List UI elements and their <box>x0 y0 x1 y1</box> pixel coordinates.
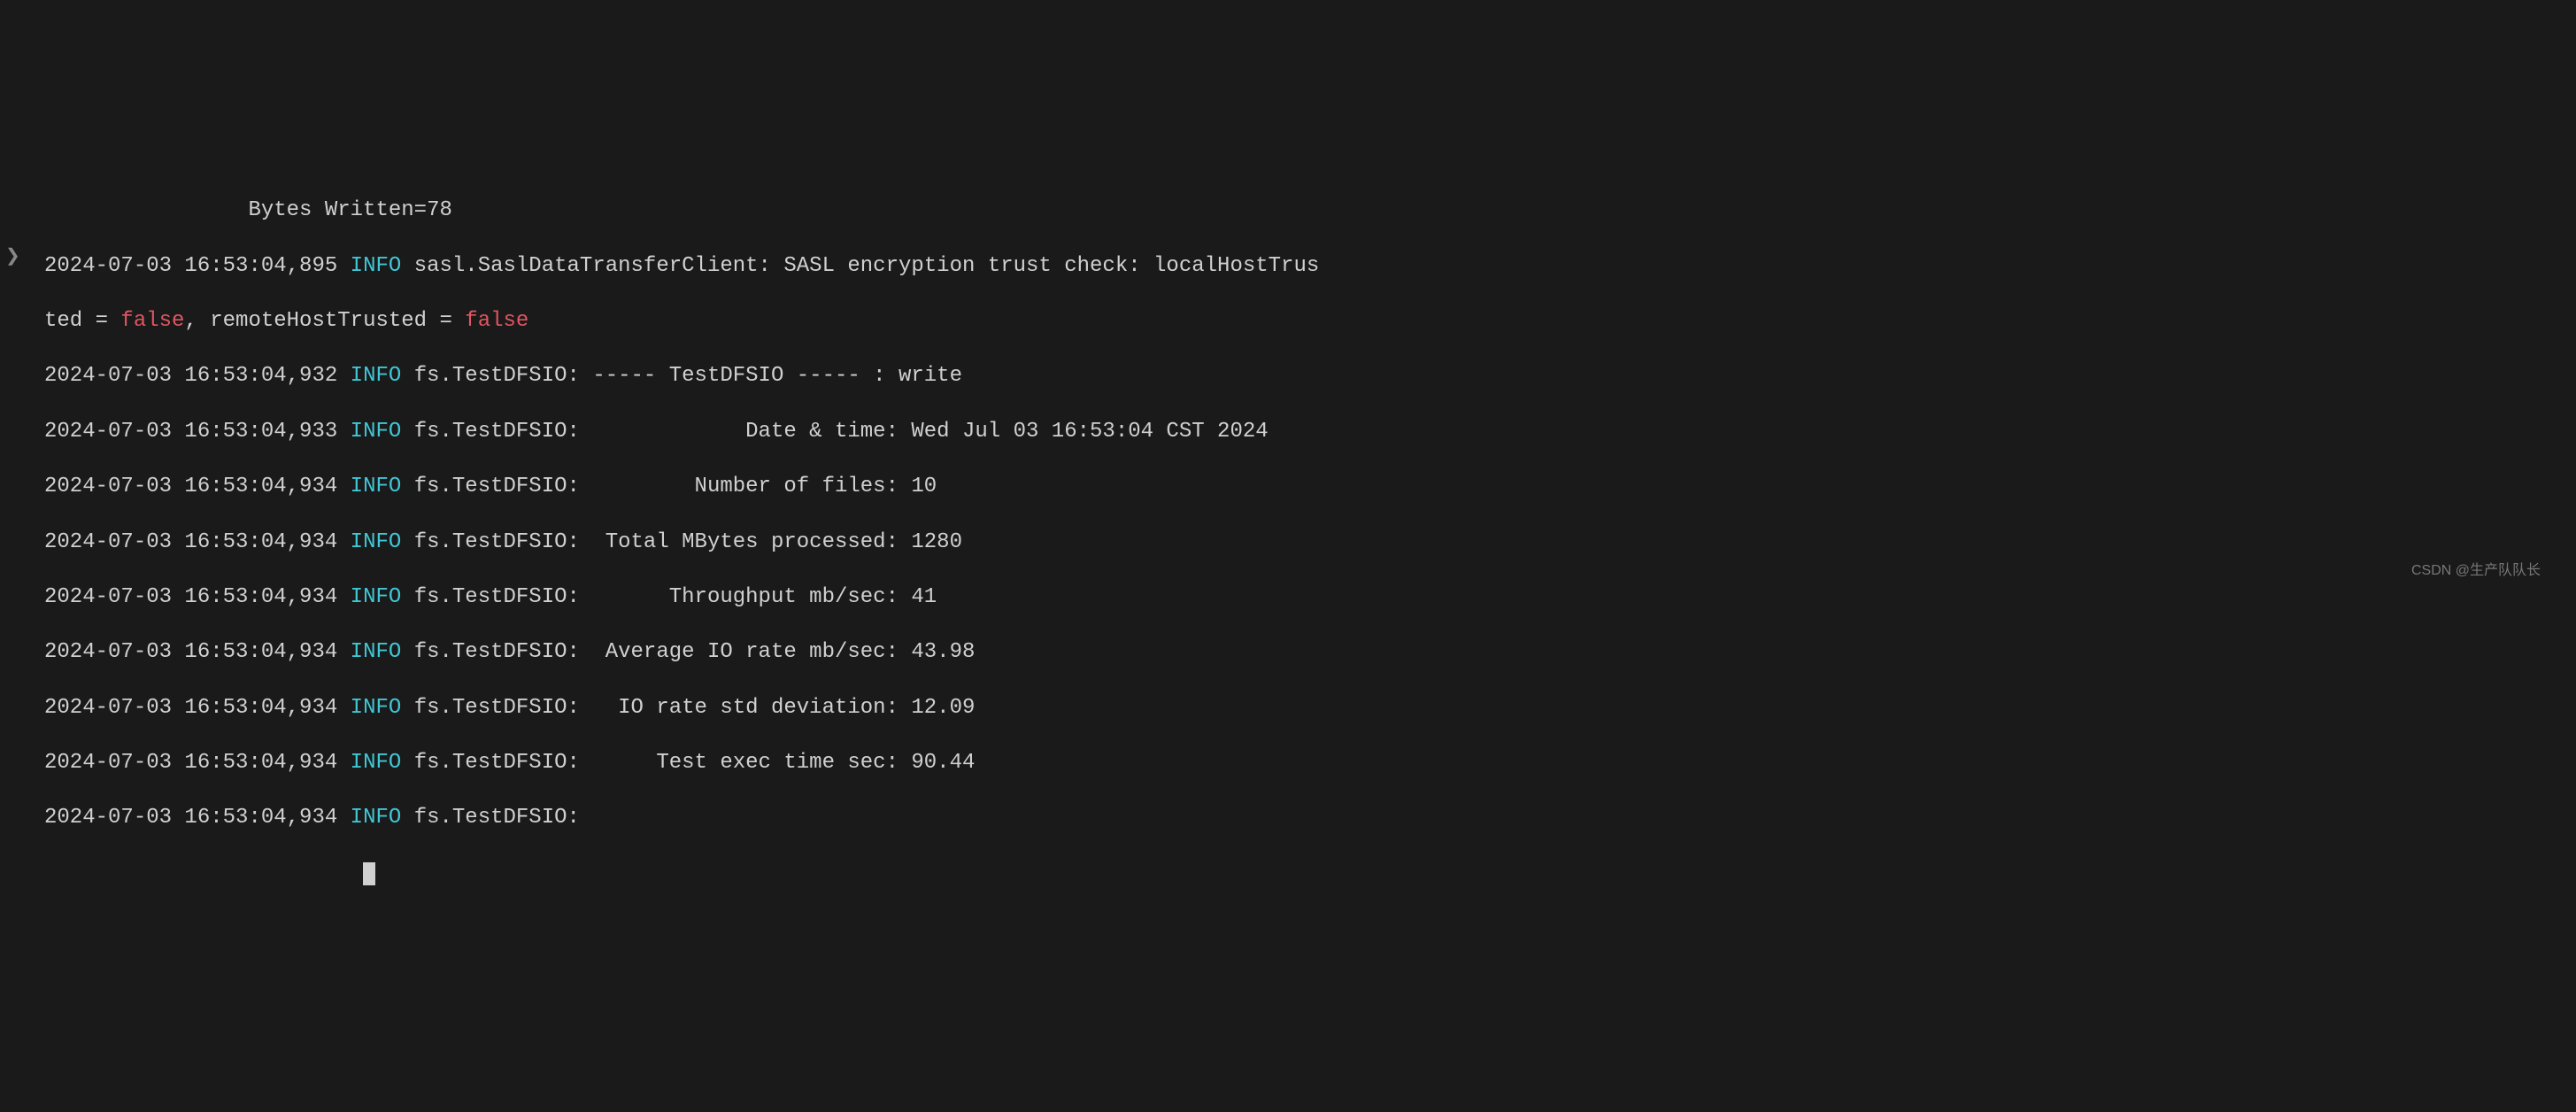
log-line: 2024-07-03 16:53:04,932 INFO fs.TestDFSI… <box>44 362 2576 390</box>
log-text: ted = <box>44 309 120 333</box>
log-line: 2024-07-03 16:53:04,895 INFO sasl.SaslDa… <box>44 252 2576 280</box>
log-message: fs.TestDFSIO: Date & time: Wed Jul 03 16… <box>414 420 1269 444</box>
log-line: 2024-07-03 16:53:04,934 INFO fs.TestDFSI… <box>44 473 2576 500</box>
log-level: INFO <box>351 364 402 388</box>
log-level: INFO <box>351 420 402 444</box>
timestamp: 2024-07-03 16:53:04,934 <box>44 751 337 775</box>
timestamp: 2024-07-03 16:53:04,933 <box>44 420 337 444</box>
log-line: 2024-07-03 16:53:04,934 INFO fs.TestDFSI… <box>44 749 2576 776</box>
log-line <box>44 860 2576 887</box>
log-message: fs.TestDFSIO: Number of files: 10 <box>414 475 937 498</box>
partial-text <box>44 861 363 885</box>
log-line: 2024-07-03 16:53:04,934 INFO fs.TestDFSI… <box>44 529 2576 556</box>
log-message: fs.TestDFSIO: Average IO rate mb/sec: 43… <box>414 640 976 664</box>
timestamp: 2024-07-03 16:53:04,934 <box>44 806 337 830</box>
log-message: fs.TestDFSIO: ----- TestDFSIO ----- : wr… <box>414 364 962 388</box>
timestamp: 2024-07-03 16:53:04,934 <box>44 475 337 498</box>
log-level: INFO <box>351 751 402 775</box>
log-line: ted = false, remoteHostTrusted = false <box>44 307 2576 335</box>
boolean-false: false <box>465 309 528 333</box>
log-level: INFO <box>351 585 402 609</box>
boolean-false: false <box>120 309 184 333</box>
timestamp: 2024-07-03 16:53:04,934 <box>44 640 337 664</box>
log-message: fs.TestDFSIO: <box>414 806 580 830</box>
log-level: INFO <box>351 806 402 830</box>
watermark-text: CSDN @生产队队长 <box>2411 562 2541 581</box>
log-level: INFO <box>351 696 402 720</box>
log-line: Bytes Written=78 <box>44 197 2576 224</box>
log-text: , remoteHostTrusted = <box>184 309 465 333</box>
timestamp: 2024-07-03 16:53:04,932 <box>44 364 337 388</box>
timestamp: 2024-07-03 16:53:04,895 <box>44 254 337 278</box>
prompt-chevron-icon: ❯ <box>5 246 20 269</box>
log-line: 2024-07-03 16:53:04,934 INFO fs.TestDFSI… <box>44 804 2576 831</box>
timestamp: 2024-07-03 16:53:04,934 <box>44 585 337 609</box>
log-level: INFO <box>351 530 402 554</box>
log-line: 2024-07-03 16:53:04,934 INFO fs.TestDFSI… <box>44 694 2576 722</box>
log-message: fs.TestDFSIO: Throughput mb/sec: 41 <box>414 585 937 609</box>
log-text: Bytes Written=78 <box>44 198 452 222</box>
cursor-icon <box>363 862 375 885</box>
log-level: INFO <box>351 254 402 278</box>
timestamp: 2024-07-03 16:53:04,934 <box>44 530 337 554</box>
log-line: 2024-07-03 16:53:04,934 INFO fs.TestDFSI… <box>44 583 2576 611</box>
timestamp: 2024-07-03 16:53:04,934 <box>44 696 337 720</box>
log-message: sasl.SaslDataTransferClient: SASL encryp… <box>414 254 1320 278</box>
log-message: fs.TestDFSIO: IO rate std deviation: 12.… <box>414 696 976 720</box>
log-line: 2024-07-03 16:53:04,934 INFO fs.TestDFSI… <box>44 638 2576 666</box>
log-line: 2024-07-03 16:53:04,933 INFO fs.TestDFSI… <box>44 418 2576 445</box>
log-message: fs.TestDFSIO: Test exec time sec: 90.44 <box>414 751 976 775</box>
log-message: fs.TestDFSIO: Total MBytes processed: 12… <box>414 530 962 554</box>
terminal-output[interactable]: Bytes Written=78 2024-07-03 16:53:04,895… <box>0 166 2576 918</box>
log-level: INFO <box>351 475 402 498</box>
log-level: INFO <box>351 640 402 664</box>
